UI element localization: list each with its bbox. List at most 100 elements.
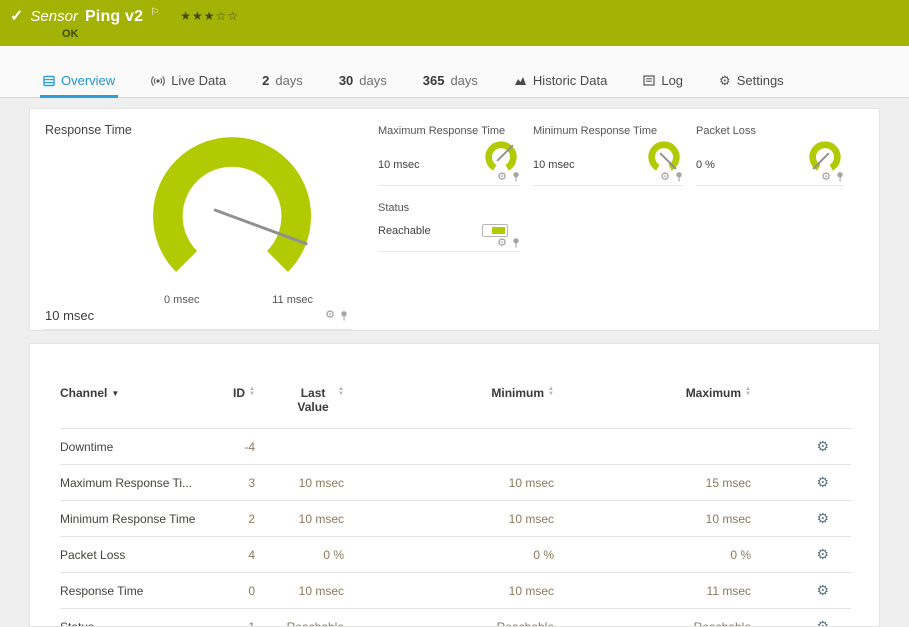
historic-data-icon bbox=[514, 75, 527, 86]
tab-number: 30 bbox=[339, 73, 353, 88]
gauge-title: Maximum Response Time bbox=[378, 125, 520, 137]
channel-settings-icon[interactable]: ⚙ bbox=[816, 546, 829, 562]
tab-live-data[interactable]: Live Data bbox=[148, 73, 229, 98]
channel-actions-cell: ⚙ bbox=[751, 465, 851, 501]
tab-label: Overview bbox=[61, 73, 115, 88]
gauge-title: Response Time bbox=[42, 119, 352, 137]
maximum-value: 15 msec bbox=[554, 465, 751, 501]
table-row-status: Status 1 Reachable Reachable Reachable ⚙ bbox=[60, 609, 851, 627]
column-header-actions bbox=[751, 386, 851, 429]
star-filled-icon: ★ bbox=[192, 9, 204, 23]
channel-id: -4 bbox=[210, 429, 255, 465]
settings-gear-icon: ⚙ bbox=[719, 74, 731, 87]
last-value: 10 msec bbox=[255, 501, 344, 537]
column-header-maximum[interactable]: Maximum▲▼ bbox=[554, 386, 751, 429]
channel-id: 2 bbox=[210, 501, 255, 537]
sensor-type-label: Sensor bbox=[30, 8, 78, 25]
gear-icon[interactable]: ⚙ bbox=[497, 238, 507, 249]
tab-30-days[interactable]: 30 days bbox=[336, 73, 390, 98]
minimum-value: 0 % bbox=[344, 537, 554, 573]
tab-overview[interactable]: Overview bbox=[40, 73, 118, 98]
status-indicator bbox=[482, 224, 508, 237]
last-value: 10 msec bbox=[255, 573, 344, 609]
channel-name[interactable]: Status bbox=[60, 609, 210, 627]
maximum-value bbox=[554, 429, 751, 465]
table-row-packet-loss: Packet Loss 4 0 % 0 % 0 % ⚙ bbox=[60, 537, 851, 573]
response-time-value: 10 msec bbox=[45, 308, 94, 323]
maximum-value: 11 msec bbox=[554, 573, 751, 609]
channel-name[interactable]: Downtime bbox=[60, 429, 210, 465]
gear-icon[interactable]: ⚙ bbox=[497, 172, 507, 183]
log-icon bbox=[643, 75, 655, 86]
channel-settings-icon[interactable]: ⚙ bbox=[816, 438, 829, 454]
column-header-id[interactable]: ID▲▼ bbox=[210, 386, 255, 429]
channel-id: 4 bbox=[210, 537, 255, 573]
tab-label: days bbox=[359, 73, 386, 88]
channel-settings-icon[interactable]: ⚙ bbox=[816, 510, 829, 526]
last-value bbox=[255, 429, 344, 465]
channel-settings-icon[interactable]: ⚙ bbox=[816, 582, 829, 598]
tab-historic-data[interactable]: Historic Data bbox=[511, 73, 610, 98]
last-value: Reachable bbox=[255, 609, 344, 627]
sensor-tabbar: Overview Live Data 2 days 30 days 365 da… bbox=[0, 46, 909, 98]
gauge-title: Minimum Response Time bbox=[533, 125, 683, 137]
gear-icon[interactable]: ⚙ bbox=[325, 310, 335, 321]
sort-toggle-icon: ▲▼ bbox=[548, 387, 554, 397]
pin-icon[interactable] bbox=[836, 171, 844, 183]
channel-name[interactable]: Maximum Response Ti... bbox=[60, 465, 210, 501]
max-response-time-value: 10 msec bbox=[378, 159, 420, 183]
tab-settings[interactable]: ⚙ Settings bbox=[716, 73, 787, 98]
response-time-gauge-block: Response Time 0 msec 11 msec 10 msec ⚙ bbox=[42, 119, 352, 330]
channel-actions-cell: ⚙ bbox=[751, 501, 851, 537]
column-header-last-value[interactable]: Last Value▲▼ bbox=[255, 386, 344, 429]
ok-check-icon: ✓ bbox=[10, 6, 23, 26]
channel-settings-icon[interactable]: ⚙ bbox=[816, 618, 829, 627]
table-row-response-time: Response Time 0 10 msec 10 msec 11 msec … bbox=[60, 573, 851, 609]
priority-rating[interactable]: ★★★☆☆ bbox=[180, 9, 239, 23]
tab-365-days[interactable]: 365 days bbox=[420, 73, 481, 98]
gauge-scale-max: 11 msec bbox=[272, 294, 313, 306]
response-time-gauge bbox=[142, 137, 327, 300]
minimum-value: 10 msec bbox=[344, 465, 554, 501]
channel-id: 1 bbox=[210, 609, 255, 627]
gauge-title: Packet Loss bbox=[696, 125, 844, 137]
gauge-scale-labels: 0 msec 11 msec bbox=[142, 294, 327, 306]
channel-settings-icon[interactable]: ⚙ bbox=[816, 474, 829, 490]
max-response-time-block: Maximum Response Time 10 msec ⚙ bbox=[378, 125, 520, 186]
pin-icon[interactable] bbox=[675, 171, 683, 183]
pin-icon[interactable] bbox=[340, 310, 348, 322]
gear-icon[interactable]: ⚙ bbox=[660, 172, 670, 183]
tab-label: days bbox=[275, 73, 302, 88]
flag-icon[interactable]: ⚐ bbox=[150, 7, 159, 18]
tab-number: 2 bbox=[262, 73, 269, 88]
pin-icon[interactable] bbox=[512, 171, 520, 183]
channel-id: 0 bbox=[210, 573, 255, 609]
channel-name[interactable]: Response Time bbox=[60, 573, 210, 609]
maximum-value: 10 msec bbox=[554, 501, 751, 537]
tab-label: days bbox=[450, 73, 477, 88]
table-header-row: Channel▼ ID▲▼ Last Value▲▼ Minimum▲▼ Max bbox=[60, 386, 851, 429]
channel-name[interactable]: Minimum Response Time bbox=[60, 501, 210, 537]
mini-gauges-grid: Maximum Response Time 10 msec ⚙ bbox=[378, 119, 865, 330]
sort-desc-icon: ▼ bbox=[111, 389, 119, 398]
tab-label: Settings bbox=[737, 73, 784, 88]
sort-toggle-icon: ▲▼ bbox=[745, 387, 751, 397]
tab-label: Live Data bbox=[171, 73, 226, 88]
min-response-time-block: Minimum Response Time 10 msec ⚙ bbox=[533, 125, 683, 186]
gear-icon[interactable]: ⚙ bbox=[821, 172, 831, 183]
star-empty-icon: ☆ bbox=[216, 9, 228, 23]
channel-name[interactable]: Packet Loss bbox=[60, 537, 210, 573]
tab-2-days[interactable]: 2 days bbox=[259, 73, 306, 98]
table-row-maximum-response-time: Maximum Response Ti... 3 10 msec 10 msec… bbox=[60, 465, 851, 501]
status-value: Reachable bbox=[378, 225, 431, 249]
minimum-value: Reachable bbox=[344, 609, 554, 627]
pin-icon[interactable] bbox=[512, 237, 520, 249]
channel-actions-cell: ⚙ bbox=[751, 609, 851, 627]
minimum-value: 10 msec bbox=[344, 573, 554, 609]
gauge-footer: 10 msec ⚙ bbox=[42, 306, 352, 330]
tab-log[interactable]: Log bbox=[640, 73, 686, 98]
column-header-channel[interactable]: Channel▼ bbox=[60, 386, 210, 429]
tab-number: 365 bbox=[423, 73, 445, 88]
sensor-name: Ping v2 bbox=[85, 8, 143, 26]
column-header-minimum[interactable]: Minimum▲▼ bbox=[344, 386, 554, 429]
